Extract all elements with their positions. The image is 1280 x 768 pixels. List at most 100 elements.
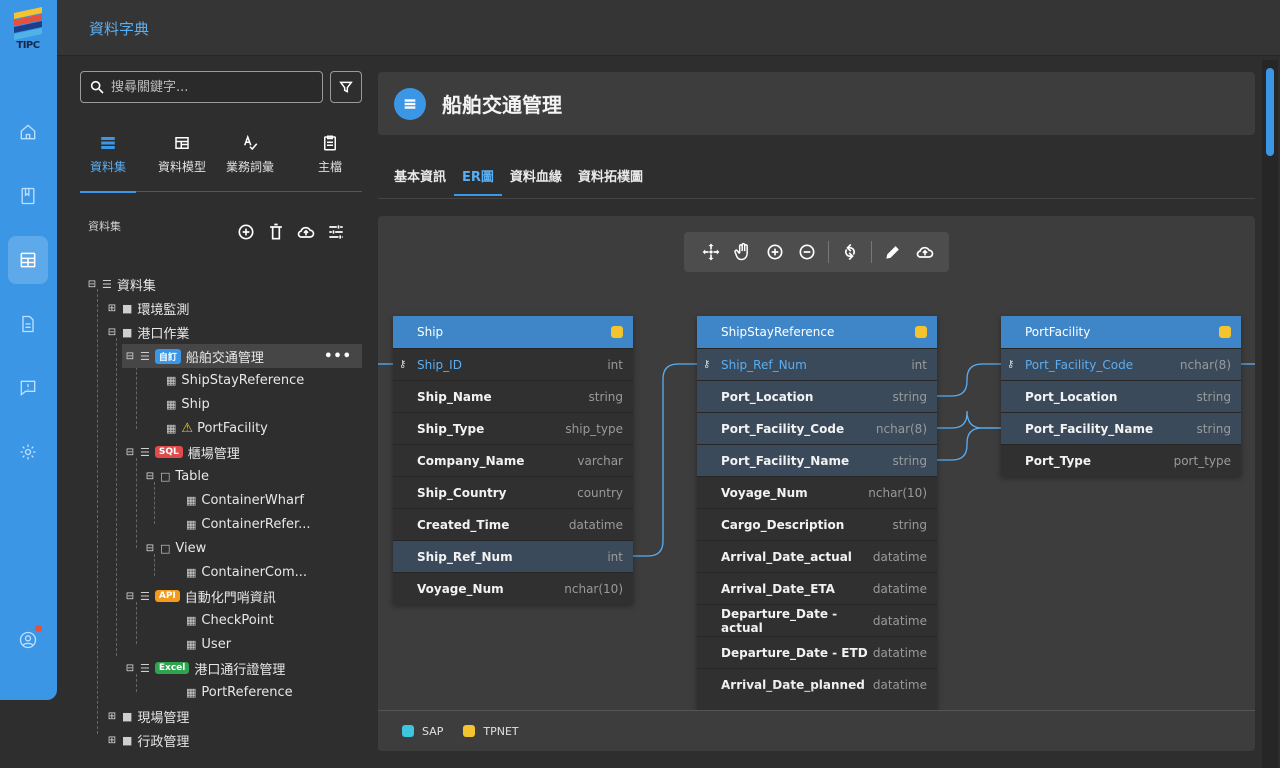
collapse-icon[interactable]: ⊟ — [124, 447, 136, 458]
rail-user-button[interactable] — [8, 616, 48, 664]
tab-data-model[interactable]: 資料模型 — [152, 130, 212, 192]
er-field-row[interactable]: ⚷ Port_Facility_Code nchar(8) — [1001, 348, 1241, 380]
rail-dataset-button[interactable] — [8, 236, 48, 284]
er-field-row[interactable]: Departure_Date - ETD datatime — [697, 636, 937, 668]
tree-node-admin[interactable]: ⊞ ■ 行政管理 — [106, 728, 190, 752]
er-field-row[interactable]: Cargo_Description string — [697, 508, 937, 540]
er-field-row[interactable]: Port_Facility_Name string — [1001, 412, 1241, 444]
tree-label: View — [175, 540, 207, 556]
adjust-button[interactable] — [324, 221, 348, 243]
filter-button[interactable] — [330, 71, 362, 103]
er-legend: SAP TPNET — [378, 710, 1255, 751]
tab-basic-info[interactable]: 基本資訊 — [386, 166, 454, 196]
tree-node-port-reference[interactable]: ▦ PortReference — [186, 680, 293, 704]
er-canvas[interactable]: Ship ⚷ Ship_ID int Ship_Name string Ship_Ty… — [378, 216, 1255, 751]
er-field-row[interactable]: Port_Type port_type — [1001, 444, 1241, 476]
tab-business-terms[interactable]: 業務詞彙 — [220, 130, 280, 192]
er-table-header[interactable]: ShipStayReference — [697, 316, 937, 348]
tree-label: ContainerCom... — [201, 564, 308, 580]
expand-icon[interactable]: ⊞ — [106, 735, 118, 746]
folder-icon: ■ — [122, 301, 133, 315]
custom-badge: 自訂 — [154, 348, 181, 364]
table-icon: ▦ — [166, 373, 177, 387]
tab-master-file[interactable]: 主檔 — [310, 130, 350, 192]
tipc-logo[interactable]: TIPC — [12, 7, 44, 52]
collapse-icon[interactable]: ⊟ — [124, 663, 136, 674]
sql-badge: SQL — [154, 446, 183, 458]
collapse-icon[interactable]: ⊟ — [144, 543, 156, 554]
tab-data-topology[interactable]: 資料拓樸圖 — [570, 166, 651, 196]
tree-node-container-com[interactable]: ▦ ContainerCom... — [186, 560, 307, 584]
er-field-row[interactable]: Ship_Ref_Num int — [393, 540, 633, 572]
er-field-row[interactable]: Port_Facility_Name string — [697, 444, 937, 476]
er-field-row[interactable]: Ship_Type ship_type — [393, 412, 633, 444]
tree-node-site[interactable]: ⊞ ■ 現場管理 — [106, 704, 190, 728]
er-field-row[interactable]: Voyage_Num nchar(10) — [697, 476, 937, 508]
expand-icon[interactable]: ⊞ — [106, 711, 118, 722]
er-field-row[interactable]: ⚷ Ship_ID int — [393, 348, 633, 380]
rail-book-button[interactable] — [8, 172, 48, 220]
tree-node-pass[interactable]: ⊟ ☰ Excel 港口通行證管理 — [124, 656, 286, 680]
er-table-ship-stay-reference[interactable]: ShipStayReference ⚷ Ship_Ref_Num int Port_… — [697, 316, 937, 710]
tree-node-ship-mgmt[interactable]: ⊟ ☰ 自訂 船舶交通管理 ••• — [122, 344, 362, 368]
er-field-row[interactable]: Company_Name varchar — [393, 444, 633, 476]
scrollbar-thumb[interactable] — [1266, 68, 1274, 156]
er-field-row[interactable]: ⚷ Ship_Ref_Num int — [697, 348, 937, 380]
er-field-row[interactable]: Ship_Name string — [393, 380, 633, 412]
search-box[interactable] — [80, 71, 323, 103]
tree-node-env[interactable]: ⊞ ■ 環境監測 — [106, 296, 190, 320]
er-field-row[interactable]: Ship_Country country — [393, 476, 633, 508]
tab-dataset[interactable]: 資料集 — [80, 130, 136, 193]
er-field-row[interactable]: Port_Location string — [697, 380, 937, 412]
tree-node-root[interactable]: ⊟ ☰ 資料集 — [86, 272, 156, 296]
list-icon: ☰ — [140, 661, 150, 675]
tree-node-container-wharf[interactable]: ▦ ContainerWharf — [186, 488, 304, 512]
tree-node-table-folder[interactable]: ⊟ □ Table — [144, 464, 209, 488]
er-field-row[interactable]: Port_Location string — [1001, 380, 1241, 412]
er-table-ship[interactable]: Ship ⚷ Ship_ID int Ship_Name string Ship_Ty… — [393, 316, 633, 604]
er-field-row[interactable]: Created_Time datatime — [393, 508, 633, 540]
upload-button[interactable] — [294, 221, 318, 243]
collapse-icon[interactable]: ⊟ — [106, 327, 118, 338]
collapse-icon[interactable]: ⊟ — [124, 351, 136, 362]
tree-node-ship[interactable]: ▦ Ship — [166, 392, 210, 416]
er-field-row[interactable]: Voyage_Num nchar(10) — [393, 572, 633, 604]
tree-node-port-facility[interactable]: ▦ ⚠ PortFacility — [166, 416, 268, 440]
tab-data-lineage[interactable]: 資料血緣 — [502, 166, 570, 196]
er-field-row[interactable]: Arrival_Date_actual datatime — [697, 540, 937, 572]
rail-home-button[interactable] — [8, 108, 48, 156]
collapse-icon[interactable]: ⊟ — [124, 591, 136, 602]
tree-node-port-ops[interactable]: ⊟ ■ 港口作業 — [106, 320, 190, 344]
er-table-header[interactable]: Ship — [393, 316, 633, 348]
search-input[interactable] — [111, 77, 316, 97]
list-icon: ☰ — [140, 349, 150, 363]
rail-report-button[interactable] — [8, 364, 48, 412]
rail-document-button[interactable] — [8, 300, 48, 348]
er-field-row[interactable]: Departure_Date - actual datatime — [697, 604, 937, 636]
tree-node-gate[interactable]: ⊟ ☰ API 自動化門哨資訊 — [124, 584, 276, 608]
more-options-button[interactable]: ••• — [324, 349, 352, 364]
tree-label: 港口通行證管理 — [194, 662, 286, 678]
tree-node-ship-stay[interactable]: ▦ ShipStayReference — [166, 368, 304, 392]
trash-icon — [270, 223, 282, 240]
tree-node-container-refer[interactable]: ▦ ContainerRefer... — [186, 512, 311, 536]
rail-settings-button[interactable] — [8, 428, 48, 476]
tree-label: PortFacility — [197, 420, 268, 436]
tree-node-user[interactable]: ▦ User — [186, 632, 231, 656]
er-field-row[interactable]: Port_Facility_Code nchar(8) — [697, 412, 937, 444]
tree-node-view-folder[interactable]: ⊟ □ View — [144, 536, 206, 560]
tree-label: Table — [175, 468, 210, 484]
collapse-icon[interactable]: ⊟ — [144, 471, 156, 482]
tree-label: 自動化門哨資訊 — [184, 590, 276, 606]
tab-er-diagram[interactable]: ER圖 — [454, 166, 502, 196]
expand-icon[interactable]: ⊞ — [106, 303, 118, 314]
scroll-track[interactable] — [1262, 60, 1278, 768]
tree-node-checkpoint[interactable]: ▦ CheckPoint — [186, 608, 274, 632]
collapse-icon[interactable]: ⊟ — [86, 279, 98, 290]
add-button[interactable] — [234, 221, 258, 243]
er-field-row[interactable]: Arrival_Date_ETA datatime — [697, 572, 937, 604]
tree-node-yard[interactable]: ⊟ ☰ SQL 櫃場管理 — [124, 440, 240, 464]
er-table-header[interactable]: PortFacility — [1001, 316, 1241, 348]
delete-button[interactable] — [264, 221, 288, 243]
er-table-port-facility[interactable]: PortFacility ⚷ Port_Facility_Code nchar(8)… — [1001, 316, 1241, 476]
